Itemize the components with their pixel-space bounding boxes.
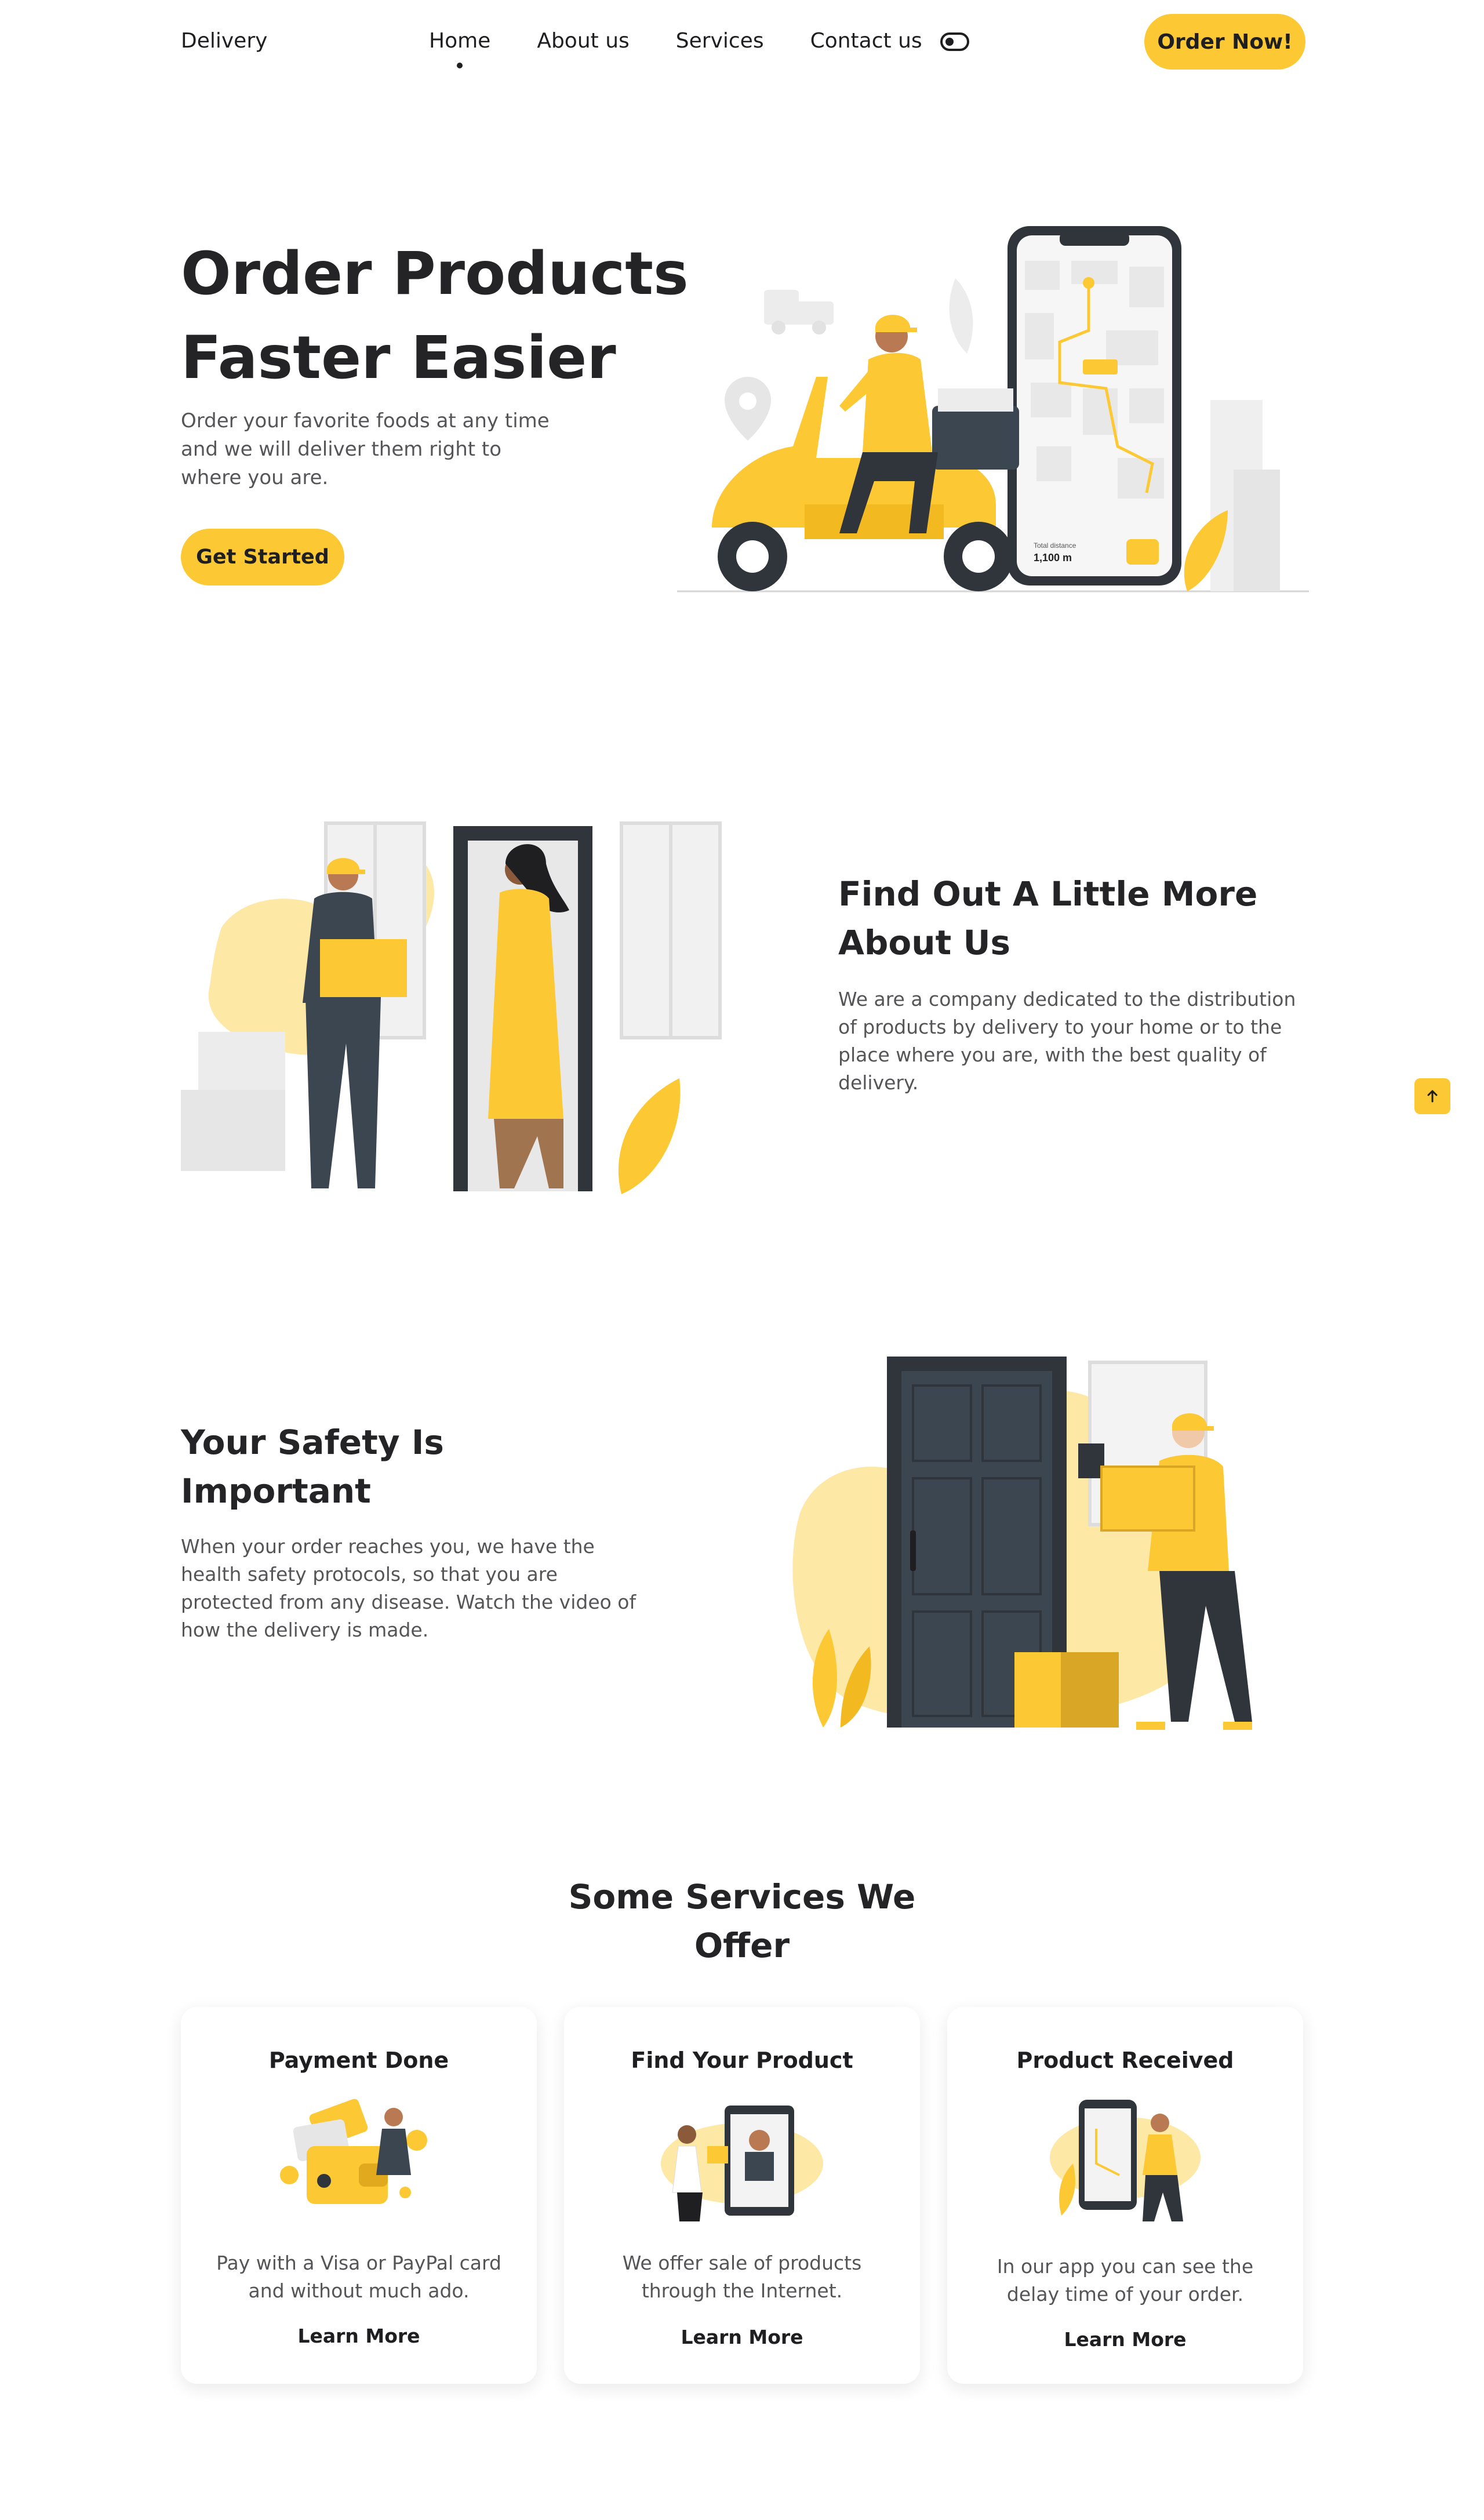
hero-title-line-1: Order Products: [181, 239, 689, 308]
tracking-illustration: [1050, 2100, 1201, 2221]
delivery-scooter-illustration: Total distance 1,100 m: [677, 226, 1309, 592]
toggle-knob: [945, 38, 954, 46]
services-title-line-2: Offer: [694, 1926, 790, 1965]
card-title: Product Received: [1016, 2048, 1234, 2073]
nav-services[interactable]: Services: [676, 29, 764, 53]
learn-more-link[interactable]: Learn More: [564, 2326, 920, 2348]
nav-home-label: Home: [429, 29, 491, 53]
hero-title-line-2: Faster Easier: [181, 323, 616, 392]
safety-description: When your order reaches you, we have the…: [181, 1535, 636, 1641]
about-title: Find Out A Little More About Us: [838, 870, 1360, 967]
scroll-top-button[interactable]: [1414, 1078, 1450, 1114]
learn-more-link[interactable]: Learn More: [181, 2325, 537, 2347]
wallet-illustration: [280, 2099, 427, 2204]
main-nav: Home About us Services Contact us: [429, 29, 922, 68]
arrow-up-icon: [1427, 1090, 1438, 1103]
service-card-find-product: Find Your Product We offer sale of produ…: [564, 2007, 920, 2384]
logo[interactable]: Delivery: [181, 29, 267, 53]
services-title-line-1: Some Services We: [568, 1877, 916, 1917]
safety-title-line-1: Your Safety Is: [181, 1423, 444, 1462]
card-description: In our app you can see the delay time of…: [996, 2255, 1254, 2306]
safe-delivery-illustration: [792, 1357, 1252, 1730]
hero-title: Order Products Faster Easier: [181, 232, 703, 400]
door-delivery-illustration: [181, 821, 722, 1194]
service-card-received: Product Received In our app you can see …: [947, 2007, 1303, 2384]
card-description: We offer sale of products through the In…: [622, 2252, 862, 2302]
site-header: Delivery Home About us Services Contact …: [0, 0, 1484, 87]
about-description: We are a company dedicated to the distri…: [838, 988, 1296, 1094]
toggle-icon[interactable]: [940, 32, 969, 51]
nav-home[interactable]: Home: [429, 29, 491, 68]
get-started-button[interactable]: Get Started: [181, 529, 344, 586]
nav-contact[interactable]: Contact us: [810, 29, 922, 53]
service-card-payment: Payment Done Pay with a Visa or PayPal c…: [181, 2007, 537, 2384]
active-indicator: [457, 63, 463, 68]
nav-about[interactable]: About us: [537, 29, 629, 53]
phone-distance-label: Total distance: [1034, 541, 1076, 550]
safety-title-line-2: Important: [181, 1471, 371, 1511]
card-title: Payment Done: [268, 2048, 449, 2073]
card-title: Find Your Product: [631, 2048, 853, 2073]
services-title: Some Services We Offer: [539, 1872, 945, 1970]
hero-description: Order your favorite foods at any time an…: [181, 409, 550, 489]
online-shop-illustration: [661, 2106, 823, 2221]
about-title-line-1: Find Out A Little More: [838, 874, 1258, 914]
phone-distance-value: 1,100 m: [1034, 552, 1072, 563]
order-now-button[interactable]: Order Now!: [1144, 14, 1305, 70]
card-description: Pay with a Visa or PayPal card and witho…: [216, 2252, 501, 2302]
safety-title: Your Safety Is Important: [181, 1418, 703, 1515]
about-title-line-2: About Us: [838, 923, 1011, 962]
learn-more-link[interactable]: Learn More: [947, 2328, 1303, 2351]
